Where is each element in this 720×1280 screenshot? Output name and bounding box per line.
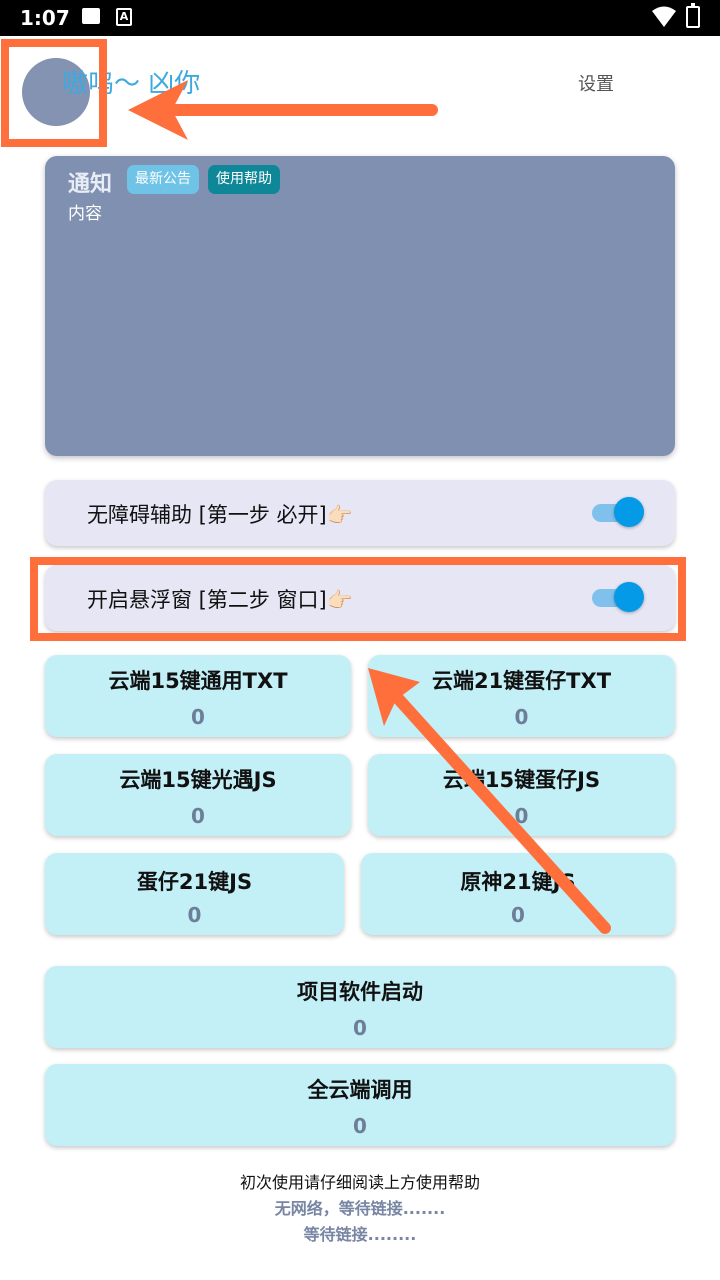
card-label: 云端15键通用TXT xyxy=(108,669,288,693)
card-project-launch[interactable]: 项目软件启动 0 xyxy=(45,966,675,1048)
latest-announcement-button[interactable]: 最新公告 xyxy=(127,165,199,194)
floating-window-toggle-row[interactable]: 开启悬浮窗 [第二步 窗口]👉🏻 xyxy=(45,565,675,631)
card-count: 0 xyxy=(187,903,202,927)
card-count: 0 xyxy=(191,705,205,729)
card-label: 云端15键光遇JS xyxy=(119,768,277,792)
notice-title: 通知 xyxy=(68,172,113,197)
card-label: 云端15键蛋仔JS xyxy=(442,768,601,792)
accessibility-switch[interactable] xyxy=(592,497,644,527)
usage-help-button[interactable]: 使用帮助 xyxy=(208,165,280,194)
floating-window-switch[interactable] xyxy=(592,582,644,612)
notice-card: 通知 最新公告 使用帮助 内容 xyxy=(45,156,675,456)
wifi-icon xyxy=(652,6,676,32)
card-label: 全云端调用 xyxy=(307,1078,413,1102)
status-time: 1:07 xyxy=(20,6,70,30)
footer-hint: 初次使用请仔细阅读上方使用帮助 xyxy=(239,1173,480,1192)
connection-status: 等待链接........ xyxy=(303,1225,417,1244)
card-cloud15-general-txt[interactable]: 云端15键通用TXT 0 xyxy=(45,655,351,737)
status-bar: 1:07 A xyxy=(0,0,720,36)
toggle-label: 无障碍辅助 [第一步 必开]👉🏻 xyxy=(87,503,353,527)
card-label: 蛋仔21键JS xyxy=(136,870,253,894)
switch-thumb xyxy=(614,497,644,527)
accessibility-toggle-row[interactable]: 无障碍辅助 [第一步 必开]👉🏻 xyxy=(45,480,675,546)
a-notification-icon: A xyxy=(116,8,132,26)
settings-button[interactable]: 设置 xyxy=(578,70,614,96)
card-count: 0 xyxy=(353,1016,367,1040)
card-count: 0 xyxy=(511,903,525,927)
card-count: 0 xyxy=(514,804,529,828)
battery-icon xyxy=(686,3,700,28)
card-genshin21-js[interactable]: 原神21键JS 0 xyxy=(361,853,675,935)
card-cloud15-sky-js[interactable]: 云端15键光遇JS 0 xyxy=(45,754,351,836)
app-screen: 1:07 A 嗷呜～ 凶你 设置 通知 最新公告 使用帮助 内容 无障碍辅助 [… xyxy=(0,0,720,1280)
card-eggy21-js[interactable]: 蛋仔21键JS 0 xyxy=(45,853,344,935)
card-count: 0 xyxy=(353,1114,367,1138)
app-title: 嗷呜～ 凶你 xyxy=(62,69,201,99)
card-count: 0 xyxy=(191,804,205,828)
image-notification-icon xyxy=(82,8,100,24)
switch-thumb xyxy=(614,582,644,612)
card-all-cloud-call[interactable]: 全云端调用 0 xyxy=(45,1064,675,1146)
card-label: 项目软件启动 xyxy=(297,980,423,1004)
card-cloud21-eggy-txt[interactable]: 云端21键蛋仔TXT 0 xyxy=(368,655,675,737)
card-label: 原神21键JS xyxy=(460,870,576,894)
card-cloud15-eggy-js[interactable]: 云端15键蛋仔JS 0 xyxy=(368,754,675,836)
notice-content: 内容 xyxy=(68,204,102,224)
card-count: 0 xyxy=(514,705,529,729)
card-label: 云端21键蛋仔TXT xyxy=(431,669,612,693)
network-status: 无网络，等待链接....... xyxy=(274,1199,446,1218)
toggle-label: 开启悬浮窗 [第二步 窗口]👉🏻 xyxy=(87,588,353,612)
